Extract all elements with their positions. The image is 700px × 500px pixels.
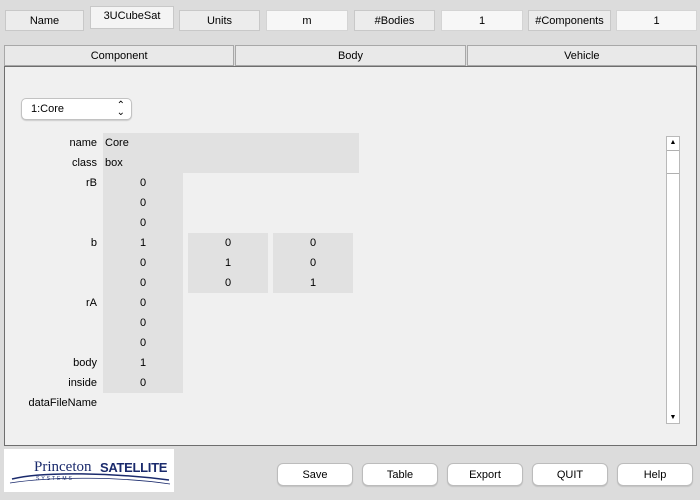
scroll-down-arrow-icon[interactable]: ▼: [667, 412, 679, 423]
component-select-value: 1:Core: [31, 103, 65, 115]
scroll-up-arrow-icon[interactable]: ▲: [667, 137, 679, 148]
components-value: 1: [616, 10, 697, 31]
b-r1c3-field[interactable]: 0: [273, 233, 353, 253]
save-button[interactable]: Save: [277, 463, 353, 486]
name-field[interactable]: 3UCubeSat: [90, 6, 174, 29]
inside-field-label: inside: [68, 377, 97, 389]
component-panel: 1:Core ⌃ ⌄ name Core class box rB 0 0 0 b…: [4, 66, 697, 446]
rB-y-field[interactable]: 0: [103, 193, 183, 213]
quit-button[interactable]: QUIT: [532, 463, 608, 486]
b-r3c1-field[interactable]: 0: [103, 273, 183, 293]
scroll-thumb[interactable]: [667, 150, 679, 174]
rB-field-label: rB: [86, 177, 97, 189]
name-field-label: name: [69, 137, 97, 149]
logo-text-systems: SYSTEMS: [36, 476, 74, 482]
b-r3c3-field[interactable]: 1: [273, 273, 353, 293]
bodies-value: 1: [441, 10, 523, 31]
b-field-label: b: [90, 237, 97, 249]
b-r2c1-field[interactable]: 0: [103, 253, 183, 273]
bodies-label: #Bodies: [354, 10, 435, 31]
inside-value-field[interactable]: 0: [103, 373, 183, 393]
b-r1c1-field[interactable]: 1: [103, 233, 183, 253]
tab-body[interactable]: Body: [235, 45, 466, 66]
name-value-field[interactable]: Core: [103, 133, 359, 153]
units-field[interactable]: m: [266, 10, 348, 31]
logo-text-princeton: Princeton: [34, 459, 92, 475]
rB-x-field[interactable]: 0: [103, 173, 183, 193]
up-down-chevron-icon: ⌃ ⌄: [116, 100, 125, 118]
datafilename-field-label: dataFileName: [28, 397, 97, 409]
rA-y-field[interactable]: 0: [103, 313, 183, 333]
class-field-label: class: [71, 157, 97, 169]
tab-bar: Component Body Vehicle: [4, 45, 697, 66]
class-value-field[interactable]: box: [103, 153, 359, 173]
units-label: Units: [179, 10, 260, 31]
table-button[interactable]: Table: [362, 463, 438, 486]
rA-z-field[interactable]: 0: [103, 333, 183, 353]
export-button[interactable]: Export: [447, 463, 523, 486]
components-label: #Components: [528, 10, 611, 31]
b-r2c2-field[interactable]: 1: [188, 253, 268, 273]
vertical-scrollbar[interactable]: ▲ ▼: [666, 136, 680, 424]
tab-vehicle[interactable]: Vehicle: [466, 45, 697, 66]
rA-field-label: rA: [86, 297, 97, 309]
body-value-field[interactable]: 1: [103, 353, 183, 373]
b-r2c3-field[interactable]: 0: [273, 253, 353, 273]
princeton-satellite-logo: Princeton SATELLITE SYSTEMS: [4, 449, 174, 492]
logo-text-satellite: SATELLITE: [100, 460, 168, 475]
datafilename-value-field[interactable]: [103, 393, 359, 413]
b-r3c2-field[interactable]: 0: [188, 273, 268, 293]
b-r1c2-field[interactable]: 0: [188, 233, 268, 253]
name-label: Name: [5, 10, 84, 31]
component-select[interactable]: 1:Core ⌃ ⌄: [21, 98, 132, 120]
help-button[interactable]: Help: [617, 463, 693, 486]
tab-component[interactable]: Component: [4, 45, 235, 66]
body-field-label: body: [73, 357, 97, 369]
rA-x-field[interactable]: 0: [103, 293, 183, 313]
rB-z-field[interactable]: 0: [103, 213, 183, 233]
